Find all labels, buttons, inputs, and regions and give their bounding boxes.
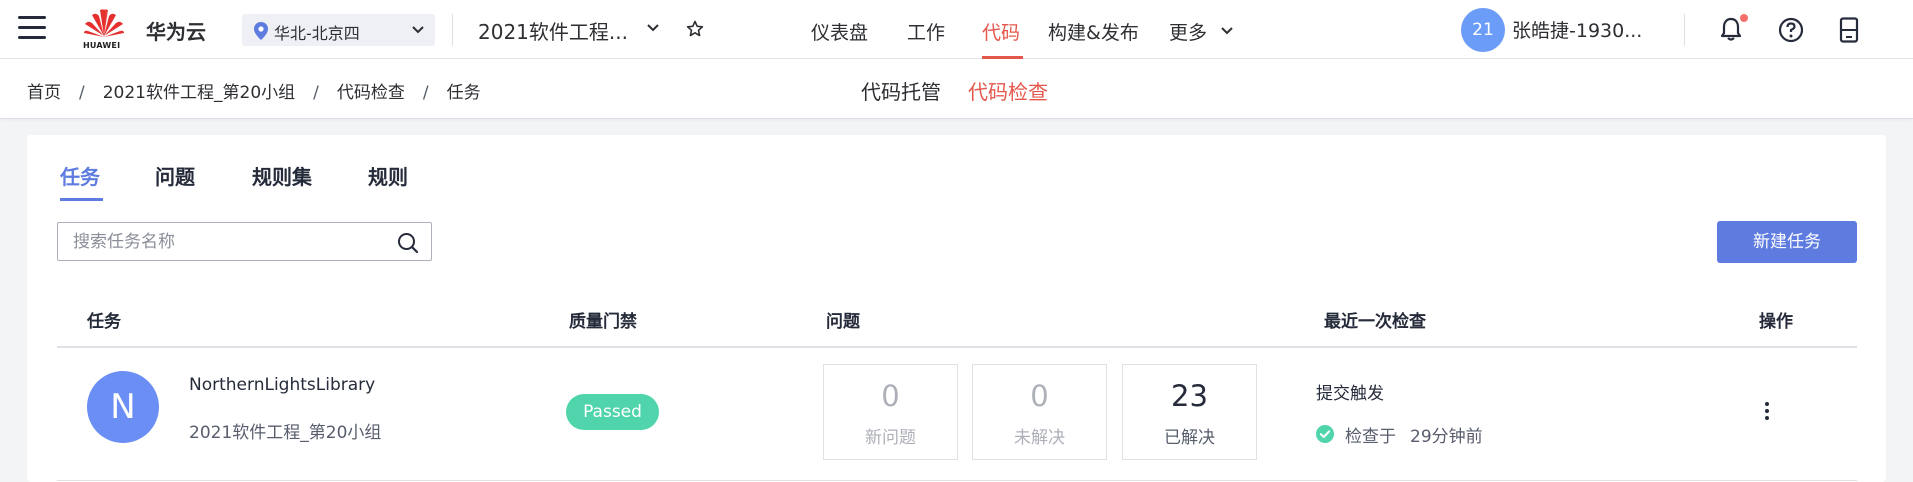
notification-dot (1740, 14, 1748, 22)
chevron-down-icon[interactable] (646, 22, 660, 34)
checked-label: 检查于 (1345, 427, 1396, 447)
column-header-task: 任务 (87, 312, 121, 332)
bell-icon[interactable] (1719, 16, 1743, 42)
nav-dashboard[interactable]: 仪表盘 (811, 18, 868, 45)
tab-tasks[interactable]: 任务 (60, 161, 100, 190)
last-check-time: 检查于 29分钟前 (1345, 422, 1483, 447)
search-icon[interactable] (397, 232, 419, 254)
nav-work[interactable]: 工作 (907, 18, 945, 45)
search-box (57, 222, 432, 261)
chevron-down-icon (412, 26, 424, 34)
mobile-device-icon[interactable] (1839, 17, 1859, 43)
quality-gate-badge: Passed (566, 394, 659, 430)
breadcrumb-code-check[interactable]: 代码检查 (337, 83, 405, 103)
region-label: 华北-北京四 (274, 24, 360, 43)
tab-issues[interactable]: 问题 (155, 161, 195, 190)
stat-label: 新问题 (865, 428, 916, 448)
main-card: 任务 问题 规则集 规则 新建任务 任务 质量门禁 问题 最近一次检查 操作 N… (27, 135, 1886, 482)
task-avatar: N (87, 371, 159, 443)
nav-more[interactable]: 更多 (1169, 18, 1207, 45)
top-navbar: HUAWEI 华为云 华北-北京四 2021软件工程... 仪表盘 工作 代码 … (0, 0, 1913, 59)
hamburger-menu-icon[interactable] (18, 16, 48, 42)
breadcrumb-current: 任务 (446, 83, 481, 103)
row-divider (57, 480, 1857, 481)
divider (1684, 14, 1685, 46)
breadcrumb-home[interactable]: 首页 (27, 83, 61, 103)
subnav-code-hosting[interactable]: 代码托管 (861, 76, 941, 105)
sub-navbar: 首页/2021软件工程_第20小组 / 代码检查 / 任务 代码托管 代码检查 (0, 59, 1913, 119)
column-header-last-check: 最近一次检查 (1324, 312, 1426, 332)
checked-time: 29分钟前 (1410, 427, 1483, 447)
column-header-actions: 操作 (1759, 312, 1793, 332)
breadcrumb: 首页/2021软件工程_第20小组 / 代码检查 / 任务 (27, 78, 481, 103)
header-divider (57, 346, 1857, 348)
search-input[interactable] (58, 223, 378, 260)
more-actions-icon[interactable] (1764, 401, 1770, 421)
tab-rules[interactable]: 规则 (368, 161, 408, 190)
unresolved-issues-stat[interactable]: 0 未解决 (972, 364, 1107, 460)
user-avatar[interactable]: 21 (1461, 8, 1505, 52)
logo-wordmark: HUAWEI (83, 41, 121, 50)
breadcrumb-project[interactable]: 2021软件工程_第20小组 (103, 83, 295, 103)
subnav-code-check[interactable]: 代码检查 (968, 76, 1048, 105)
trigger-type: 提交触发 (1316, 384, 1384, 404)
help-icon[interactable] (1778, 17, 1804, 43)
task-project: 2021软件工程_第20小组 (189, 423, 382, 443)
nav-build-release[interactable]: 构建&发布 (1048, 18, 1139, 45)
check-circle-icon (1316, 425, 1334, 443)
resolved-issues-stat[interactable]: 23 已解决 (1122, 364, 1257, 460)
stat-value: 0 (881, 379, 900, 413)
stat-label: 已解决 (1164, 428, 1215, 448)
new-issues-stat[interactable]: 0 新问题 (823, 364, 958, 460)
user-name[interactable]: 张皓捷-1930... (1512, 16, 1657, 43)
stat-label: 未解决 (1014, 428, 1065, 448)
task-name-link[interactable]: NorthernLightsLibrary (189, 375, 375, 395)
nav-code[interactable]: 代码 (982, 18, 1020, 45)
stat-value: 23 (1171, 379, 1208, 413)
chevron-down-icon[interactable] (1220, 25, 1234, 37)
location-pin-icon (254, 22, 268, 40)
project-selector[interactable]: 2021软件工程... (478, 16, 633, 45)
stat-value: 0 (1030, 379, 1049, 413)
column-header-quality-gate: 质量门禁 (569, 312, 637, 332)
new-task-button[interactable]: 新建任务 (1717, 221, 1857, 263)
star-icon[interactable] (686, 20, 704, 38)
brand-name[interactable]: 华为云 (146, 16, 206, 45)
region-selector[interactable]: 华北-北京四 (242, 14, 435, 46)
active-tab-indicator (60, 198, 103, 201)
column-header-issues: 问题 (826, 312, 860, 332)
divider (452, 14, 453, 46)
tab-rulesets[interactable]: 规则集 (252, 161, 312, 190)
